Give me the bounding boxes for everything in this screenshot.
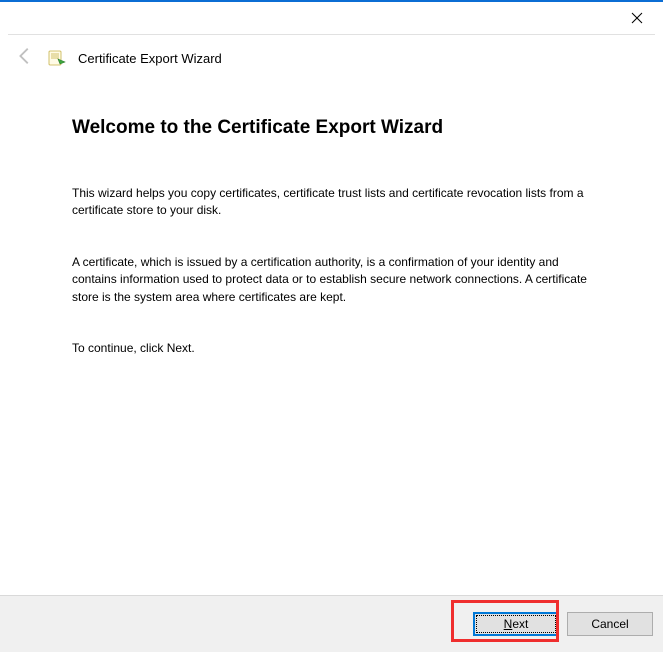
- intro-paragraph-2: A certificate, which is issued by a cert…: [72, 254, 592, 306]
- intro-paragraph-1: This wizard helps you copy certificates,…: [72, 185, 592, 220]
- certificate-icon: [48, 49, 66, 67]
- titlebar: [0, 2, 663, 34]
- continue-hint: To continue, click Next.: [72, 340, 592, 357]
- close-icon: [631, 12, 643, 24]
- close-button[interactable]: [617, 4, 657, 32]
- wizard-footer: Next Cancel: [0, 596, 663, 652]
- page-heading: Welcome to the Certificate Export Wizard: [72, 117, 603, 139]
- wizard-title: Certificate Export Wizard: [78, 51, 222, 66]
- back-arrow-icon: [14, 45, 36, 71]
- wizard-content: Welcome to the Certificate Export Wizard…: [0, 81, 663, 357]
- wizard-header: Certificate Export Wizard: [0, 35, 663, 81]
- wizard-window: Certificate Export Wizard Welcome to the…: [0, 0, 663, 652]
- next-button[interactable]: Next: [473, 612, 559, 636]
- cancel-button[interactable]: Cancel: [567, 612, 653, 636]
